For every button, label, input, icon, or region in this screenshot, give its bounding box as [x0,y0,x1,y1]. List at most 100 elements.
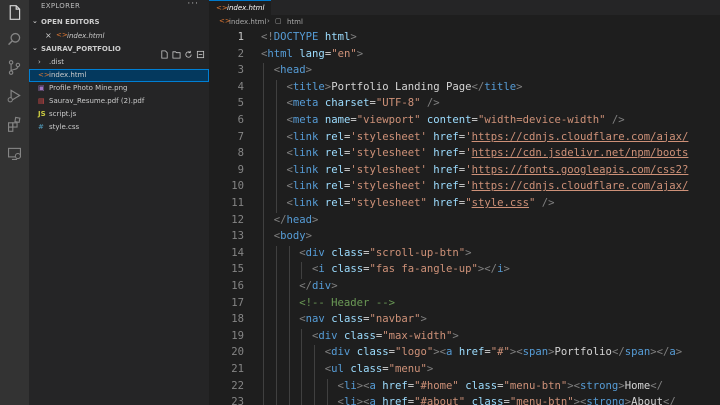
html-file-icon: <> [38,71,50,79]
code-text: <i class="fas fa-angle-up"></i> [312,263,510,276]
code-text: <!DOCTYPE html> [261,31,357,43]
tab-index-html[interactable]: <> index.html [209,0,271,15]
explorer-actions [157,44,205,59]
line-number: 18 [231,313,244,326]
code-line[interactable]: 19 <div class="max-width"> [209,328,720,346]
tree-item-resume-pdf[interactable]: ▤ Saurav_Resume.pdf (2).pdf [29,95,209,108]
line-number: 7 [237,130,244,143]
tree-item-label: .dist [49,58,65,66]
js-file-icon: JS [38,110,46,118]
code-line[interactable]: 7 <link rel='stylesheet' href='https://c… [209,129,720,147]
line-number: 20 [231,346,244,359]
code-line[interactable]: 5 <meta charset="UTF-8" /> [209,96,720,113]
pdf-file-icon: ▤ [38,97,45,105]
tree-item-index-html[interactable]: <> index.html [29,69,209,82]
close-icon[interactable]: × [45,31,52,40]
explorer-title: EXPLORER [41,2,81,10]
line-number: 16 [231,280,244,292]
code-text: <li><a href="#about" class="menu-btn"><s… [337,396,676,405]
code-text: <meta name="viewport" content="width=dev… [286,114,625,126]
code-text: <title>Portfolio Landing Page</title> [286,80,523,93]
html-file-icon: <> [56,31,68,39]
new-folder-icon[interactable] [172,44,181,59]
chevron-down-icon: ⌄ [32,17,38,25]
code-line[interactable]: 20 <div class="logo"><a href="#"><span>P… [209,345,720,362]
code-line[interactable]: 2 <html lang="en"> [209,47,720,64]
line-number: 14 [231,246,244,259]
refresh-icon[interactable] [184,44,193,58]
run-debug-icon[interactable] [6,87,23,104]
extensions-icon[interactable] [6,116,23,133]
open-editors-label: OPEN EDITORS [41,18,100,26]
code-text: <nav class="navbar"> [299,313,427,326]
code-text: <link rel='stylesheet' href='https://cdn… [286,130,689,143]
tree-item-label: style.css [49,123,80,131]
explorer-sidebar: EXPLORER ··· ⌄ OPEN EDITORS × <> index.h… [29,0,209,405]
line-number: 19 [231,329,244,342]
line-number: 2 [237,47,244,60]
code-line[interactable]: 11 <link rel="stylesheet" href="style.cs… [209,196,720,213]
source-control-icon[interactable] [6,59,23,76]
code-line[interactable]: 8 <link rel='stylesheet' href='https://c… [209,146,720,163]
code-line[interactable]: 1 <!DOCTYPE html> [209,30,720,47]
code-line[interactable]: 4 <title>Portfolio Landing Page</title> [209,79,720,97]
code-line[interactable]: 3 <head> [209,63,720,80]
tab-label: index.html [227,4,265,12]
code-text: <html lang="en"> [261,47,364,60]
line-number: 1 [237,31,244,43]
tree-item-style-css[interactable]: # style.css [29,121,209,134]
tree-item-label: index.html [49,71,87,79]
code-text: <div class="scroll-up-btn"> [299,246,472,259]
image-file-icon: ▣ [38,84,45,92]
tree-item-profile-photo[interactable]: ▣ Profile Photo Mine.png [29,82,209,95]
html-file-icon: <> [216,4,228,12]
tree-item-dist[interactable]: › .dist [29,56,209,69]
code-text: <meta charset="UTF-8" /> [286,97,440,110]
code-text: <li><a href="#home" class="menu-btn"><st… [337,379,663,392]
tab-bar: <> index.html [209,0,720,15]
code-line[interactable]: 13 <body> [209,229,720,246]
code-line[interactable]: 16 </div> [209,279,720,296]
tree-item-label: script.js [49,110,77,118]
activity-bar [0,0,29,405]
code-line[interactable]: 17 <!-- Header --> [209,295,720,313]
breadcrumb: <> index.html › ▢ html [209,15,720,29]
code-line[interactable]: 23 <li><a href="#about" class="menu-btn"… [209,395,720,405]
code-line[interactable]: 10 <link rel='stylesheet' href='https://… [209,179,720,196]
line-number: 9 [237,163,244,176]
code-line[interactable]: 21 <ul class="menu"> [209,362,720,379]
code-text: </div> [299,280,338,292]
code-line[interactable]: 9 <link rel='stylesheet' href='https://f… [209,162,720,180]
line-number: 6 [237,114,244,126]
code-line[interactable]: 12 </head> [209,212,720,230]
files-icon[interactable] [6,4,23,21]
line-number: 21 [231,363,244,375]
line-number: 11 [231,197,244,209]
code-line[interactable]: 18 <nav class="navbar"> [209,312,720,329]
code-text: <body> [273,230,313,243]
code-text: <link rel='stylesheet' href='https://fon… [286,163,689,176]
breadcrumb-element[interactable]: html [287,18,303,26]
line-number: 5 [237,97,244,110]
tree-item-script-js[interactable]: JS script.js [29,108,209,121]
code-text: <link rel='stylesheet' href='https://cdn… [286,147,689,160]
new-file-icon[interactable] [160,44,169,59]
line-number: 15 [231,263,244,276]
code-line[interactable]: 15 <i class="fas fa-angle-up"></i> [209,262,720,279]
code-text: </head> [273,213,319,226]
code-text: <link rel="stylesheet" href="style.css" … [286,197,555,209]
code-text: <div class="max-width"> [312,329,459,342]
code-editor[interactable]: 1 <!DOCTYPE html> 2 <html lang="en"> 3 <head… [209,30,720,405]
element-icon: ▢ [275,17,282,25]
code-line[interactable]: 14 <div class="scroll-up-btn"> [209,245,720,263]
remote-explorer-icon[interactable] [6,145,23,162]
open-editors-section[interactable]: ⌄ OPEN EDITORS [29,16,209,28]
breadcrumb-file[interactable]: index.html [229,18,266,26]
code-line[interactable]: 6 <meta name="viewport" content="width=d… [209,113,720,130]
open-editor-item[interactable]: × <> index.html [29,30,209,42]
code-text: <ul class="menu"> [324,363,434,375]
code-line[interactable]: 22 <li><a href="#home" class="menu-btn">… [209,378,720,396]
search-icon[interactable] [6,31,23,48]
more-actions-icon[interactable]: ··· [187,0,199,9]
collapse-all-icon[interactable] [196,44,205,59]
